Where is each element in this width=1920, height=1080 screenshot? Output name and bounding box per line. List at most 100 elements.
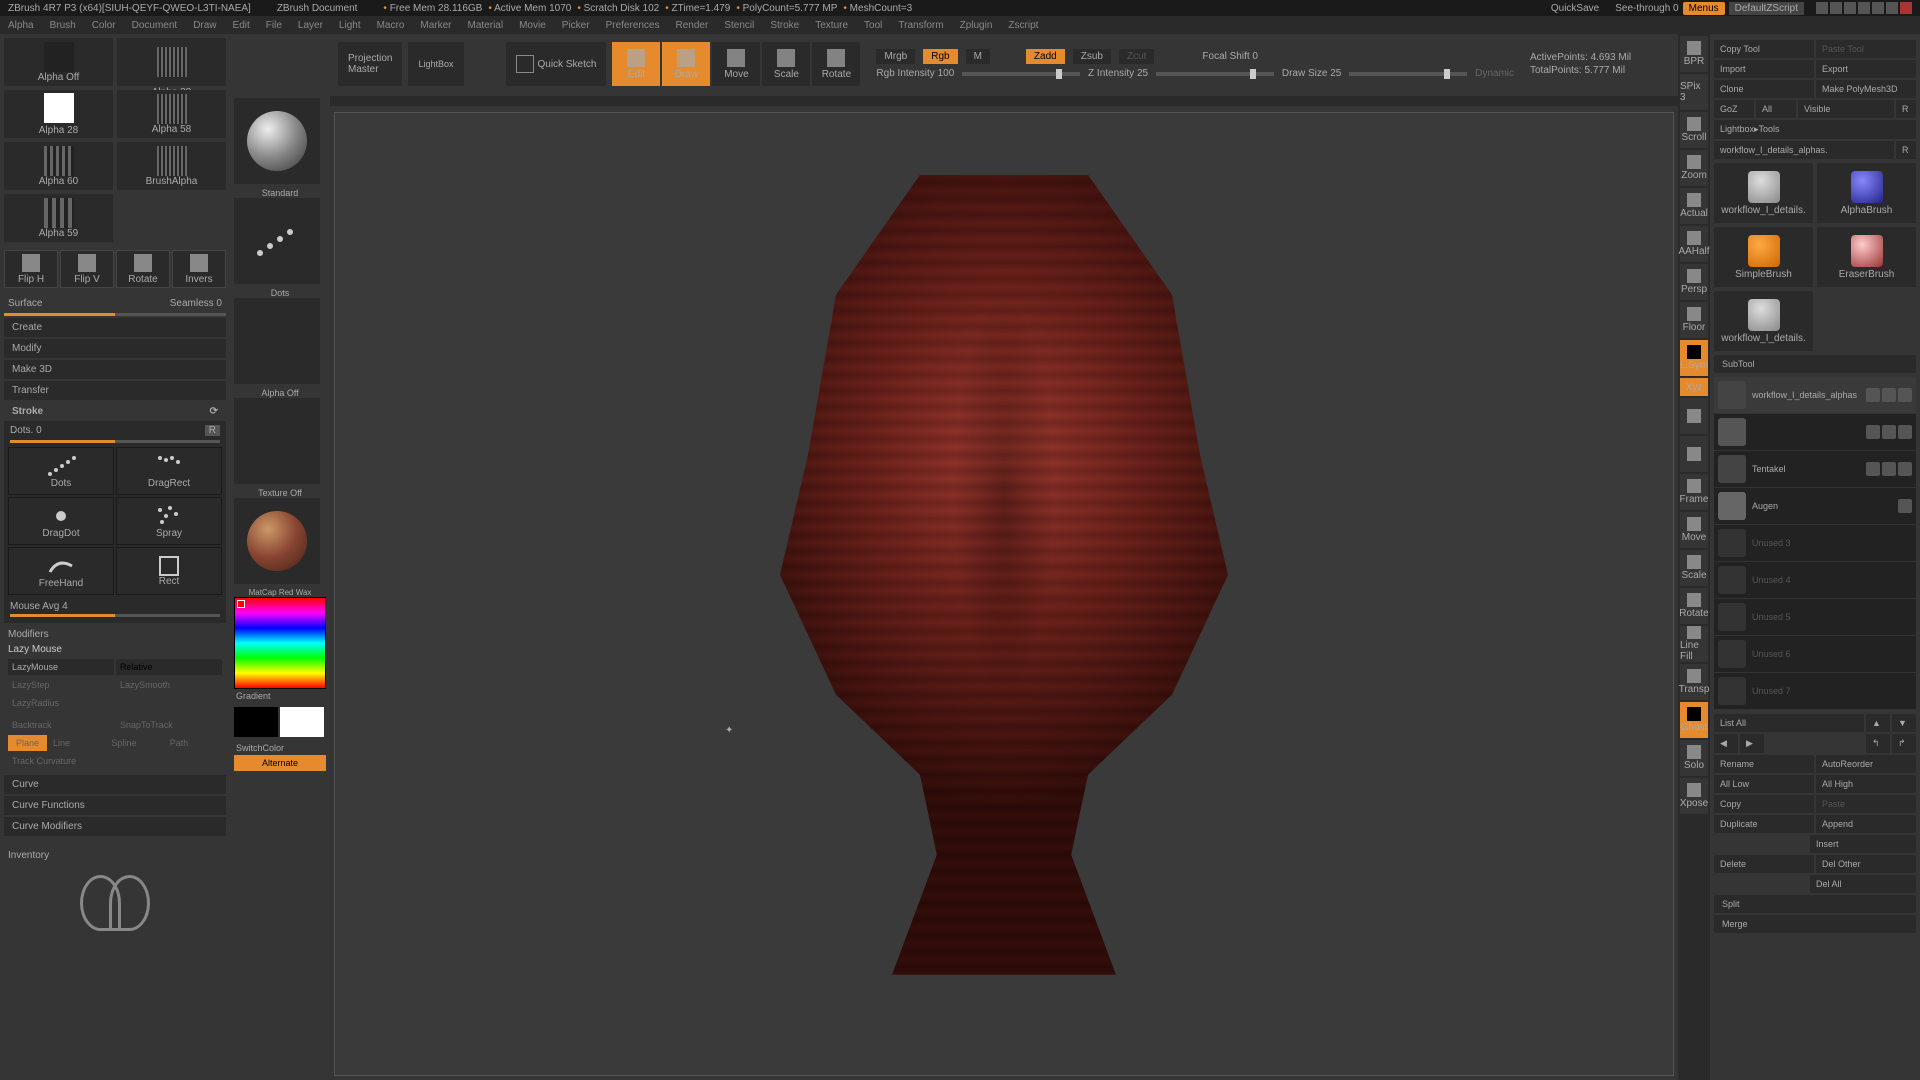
subtool-item[interactable]: Unused 3 — [1714, 525, 1916, 562]
pastetool-button[interactable]: Paste Tool — [1816, 40, 1916, 58]
mouseavg-slider[interactable]: Mouse Avg 4 — [10, 601, 68, 612]
subtool-item[interactable]: Tentakel — [1714, 451, 1916, 488]
focal-shift-slider[interactable]: Focal Shift 0 — [1202, 51, 1258, 62]
nav-icon[interactable]: ▶ — [1740, 734, 1764, 753]
clone-button[interactable]: Clone — [1714, 80, 1814, 98]
flip-v-button[interactable]: Flip V — [60, 250, 114, 288]
actual-button[interactable]: Actual — [1680, 188, 1708, 224]
menu-item[interactable]: Picker — [562, 20, 590, 31]
zsub-button[interactable]: Zsub — [1073, 49, 1111, 64]
z-intensity-slider[interactable] — [1156, 72, 1274, 76]
transfer-button[interactable]: Transfer — [4, 381, 226, 400]
menu-item[interactable]: Render — [676, 20, 709, 31]
close-icon[interactable] — [1900, 2, 1912, 14]
autoreorder-button[interactable]: AutoReorder — [1816, 755, 1916, 773]
linefill-button[interactable]: Line Fill — [1680, 626, 1708, 662]
subtool-item[interactable]: Unused 7 — [1714, 673, 1916, 710]
m-button[interactable]: M — [966, 49, 990, 64]
subtool-header[interactable]: SubTool — [1714, 355, 1916, 373]
stroke-spray[interactable]: Spray — [116, 497, 222, 545]
curve-modifiers[interactable]: Curve Modifiers — [4, 817, 226, 836]
rgb-button[interactable]: Rgb — [923, 49, 957, 64]
menu-item[interactable]: Stencil — [724, 20, 754, 31]
draw-button[interactable]: Draw — [662, 42, 710, 86]
transp-button[interactable]: Transp — [1680, 664, 1708, 700]
nav-icon[interactable]: ↰ — [1866, 734, 1890, 753]
viewport[interactable]: ✦ — [334, 112, 1674, 1076]
lazymouse-button[interactable]: LazyMouse — [8, 659, 114, 675]
rotate-button[interactable]: Rotate — [116, 250, 170, 288]
menu-item[interactable]: Stroke — [770, 20, 799, 31]
tool-item[interactable]: workflow_I_details. — [1714, 163, 1813, 223]
alpha-slot[interactable]: Alpha 28 — [4, 90, 113, 138]
refresh-icon[interactable]: ⟳ — [210, 406, 218, 417]
draw-size-slider[interactable] — [1349, 72, 1467, 76]
seamless-slider[interactable]: Seamless 0 — [170, 298, 222, 309]
modify-button[interactable]: Modify — [4, 339, 226, 358]
win-icon[interactable] — [1830, 2, 1842, 14]
window-icons[interactable] — [1816, 2, 1912, 14]
menu-item[interactable]: Preferences — [606, 20, 660, 31]
spline-mode[interactable]: Spline — [107, 735, 163, 751]
quicksave-btn[interactable]: QuickSave — [1551, 3, 1599, 14]
scale-button[interactable]: Scale — [762, 42, 810, 86]
r-toggle[interactable]: R — [205, 425, 220, 436]
lazy-mouse-header[interactable]: Lazy Mouse — [8, 642, 222, 657]
menu-item[interactable]: Movie — [519, 20, 546, 31]
tool-item[interactable]: EraserBrush — [1817, 227, 1916, 287]
relative-button[interactable]: Relative — [116, 659, 222, 675]
menu-item[interactable]: Macro — [377, 20, 405, 31]
lightbox-tools-button[interactable]: Lightbox▸Tools — [1714, 120, 1916, 139]
color-picker[interactable] — [234, 597, 326, 689]
subtool-item[interactable]: Augen — [1714, 488, 1916, 525]
menu-item[interactable]: Material — [468, 20, 504, 31]
menu-item[interactable]: Draw — [193, 20, 216, 31]
edit-button[interactable]: Edit — [612, 42, 660, 86]
curve-functions[interactable]: Curve Functions — [4, 796, 226, 815]
curve-section[interactable]: Curve — [4, 775, 226, 794]
alpha-slot[interactable]: Alpha Off — [4, 38, 113, 86]
rgb-intensity-slider[interactable] — [962, 72, 1080, 76]
listall-button[interactable]: List All — [1714, 714, 1864, 732]
alpha-slot[interactable]: BrushAlpha — [117, 142, 226, 190]
lightbox-button[interactable]: LightBox — [408, 42, 463, 86]
rotate-nav-button[interactable]: Rotate — [1680, 588, 1708, 624]
menu-item[interactable]: Light — [339, 20, 361, 31]
split-section[interactable]: Split — [1714, 895, 1916, 913]
makepoly-button[interactable]: Make PolyMesh3D — [1816, 80, 1916, 98]
stroke-rect[interactable]: Rect — [116, 547, 222, 595]
flip-h-button[interactable]: Flip H — [4, 250, 58, 288]
create-button[interactable]: Create — [4, 318, 226, 337]
alternate-button[interactable]: Alternate — [234, 755, 326, 771]
modifiers-header[interactable]: Modifiers — [8, 627, 222, 642]
menu-item[interactable]: Texture — [815, 20, 848, 31]
subtool-item[interactable]: Unused 5 — [1714, 599, 1916, 636]
zadd-button[interactable]: Zadd — [1026, 49, 1065, 64]
menu-item[interactable]: Marker — [420, 20, 451, 31]
spix-button[interactable]: SPix 3 — [1680, 74, 1708, 110]
invert-button[interactable]: Invers — [172, 250, 226, 288]
xpose-button[interactable]: Xpose — [1680, 778, 1708, 814]
move-nav-button[interactable]: Move — [1680, 512, 1708, 548]
up-icon[interactable]: ▲ — [1866, 714, 1890, 732]
stroke-thumb[interactable] — [234, 198, 320, 284]
minimize-icon[interactable] — [1872, 2, 1884, 14]
stroke-freehand[interactable]: FreeHand — [8, 547, 114, 595]
gradient-label[interactable]: Gradient — [234, 689, 326, 703]
tool-item[interactable]: AlphaBrush — [1817, 163, 1916, 223]
win-icon[interactable] — [1844, 2, 1856, 14]
append-button[interactable]: Append — [1816, 815, 1916, 833]
rename-button[interactable]: Rename — [1714, 755, 1814, 773]
maximize-icon[interactable] — [1886, 2, 1898, 14]
vis-icon[interactable] — [1898, 388, 1912, 402]
move-button[interactable]: Move — [712, 42, 760, 86]
stroke-dragrect[interactable]: DragRect — [116, 447, 222, 495]
all-button[interactable]: All — [1756, 100, 1796, 118]
mouseavg-bar[interactable] — [10, 614, 220, 617]
quicksketch-button[interactable]: Quick Sketch — [506, 42, 607, 86]
tool-item[interactable]: workflow_I_details. — [1714, 291, 1813, 351]
subtool-item[interactable]: Unused 4 — [1714, 562, 1916, 599]
zcut-button[interactable]: Zcut — [1119, 49, 1154, 64]
swatch-black[interactable] — [234, 707, 278, 737]
allhigh-button[interactable]: All High — [1816, 775, 1916, 793]
